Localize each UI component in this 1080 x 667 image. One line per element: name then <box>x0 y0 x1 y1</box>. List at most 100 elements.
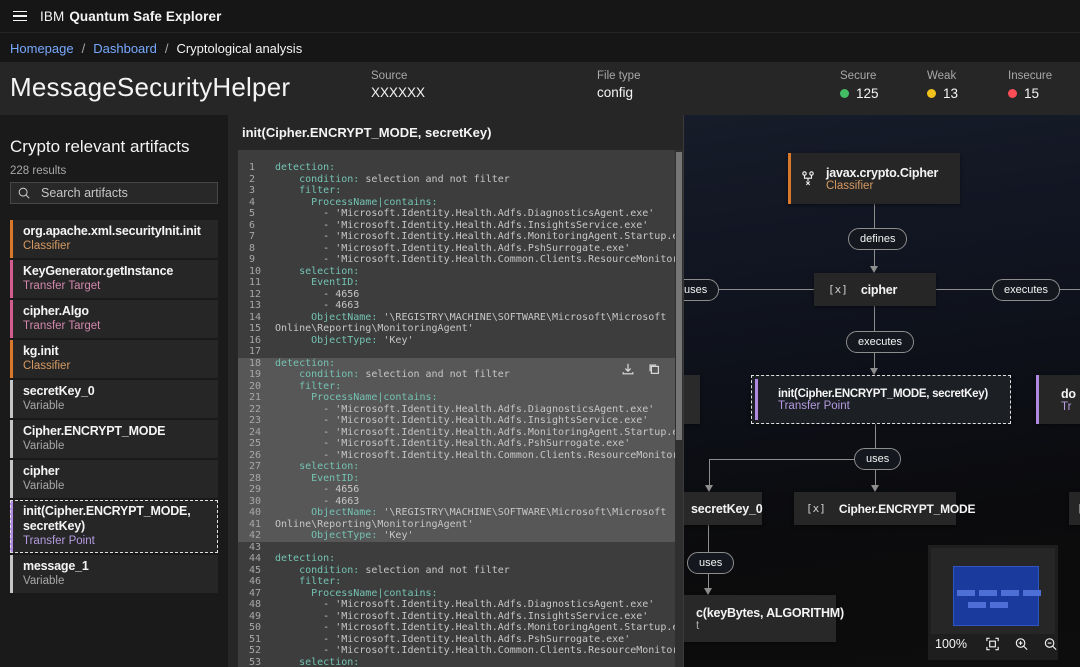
code-line: 45 condition: selection and not filter <box>238 565 675 577</box>
artifact-list-item[interactable]: cipher.AlgoTransfer Target <box>10 300 218 338</box>
graph-node-keybytes-algorithm[interactable]: c(keyBytes, ALGORITHM) t <box>683 595 836 642</box>
code-line: 51 - 'Microsoft.Identity.Health.Adfs.Psh… <box>238 634 675 646</box>
code-line: 7 - 'Microsoft.Identity.Health.Adfs.Moni… <box>238 231 675 243</box>
stat-insecure-label: Insecure <box>1008 70 1052 82</box>
line-number: 29 <box>238 484 266 496</box>
artifact-list-item[interactable]: Cipher.ENCRYPT_MODEVariable <box>10 420 218 458</box>
quantum-safe-explorer-app: IBMQuantum Safe Explorer Homepage / Dash… <box>0 0 1080 667</box>
node-accent-bar <box>788 153 791 204</box>
edge-label-uses-mid: uses <box>854 448 901 470</box>
breadcrumb-homepage[interactable]: Homepage <box>10 41 74 56</box>
code-line: 24 - 'Microsoft.Identity.Health.Adfs.Mon… <box>238 427 675 439</box>
code-line: 8 - 'Microsoft.Identity.Health.Adfs.PshS… <box>238 243 675 255</box>
edge-label-uses-bottom: uses <box>687 552 734 574</box>
graph-node-javax-crypto-cipher[interactable]: javax.crypto.Cipher Classifier <box>788 153 960 204</box>
artifact-title: Cipher.ENCRYPT_MODE <box>23 424 210 439</box>
top-header: IBMQuantum Safe Explorer <box>0 0 1080 33</box>
graph-node-partial-left[interactable] <box>683 375 700 424</box>
artifact-list-item[interactable]: KeyGenerator.getInstanceTransfer Target <box>10 260 218 298</box>
artifact-type: Transfer Point <box>23 534 210 549</box>
zoom-level: 100% <box>935 637 971 651</box>
graph-node-cipher-encrypt-mode[interactable]: [x] Cipher.ENCRYPT_MODE <box>794 492 956 525</box>
line-number: 24 <box>238 427 266 439</box>
edge-label-defines: defines <box>848 228 907 250</box>
minimap-node <box>1023 590 1041 596</box>
download-icon[interactable] <box>621 362 635 376</box>
code-line: 13 - 4663 <box>238 300 675 312</box>
copy-icon[interactable] <box>647 362 661 376</box>
dependency-graph: defines uses executes executes uses uses… <box>683 115 1080 667</box>
graph-node-init-transfer-point[interactable]: init(Cipher.ENCRYPT_MODE, secretKey) Tra… <box>751 375 1011 424</box>
code-line: 5 - 'Microsoft.Identity.Health.Adfs.Diag… <box>238 208 675 220</box>
page-title: MessageSecurityHelper <box>10 72 290 103</box>
code-viewer[interactable]: 1detection:2 condition: selection and no… <box>238 150 675 667</box>
code-line: 26 - 'Microsoft.Identity.Health.Common.C… <box>238 450 675 462</box>
edge-line <box>709 459 710 485</box>
artifact-type: Transfer Target <box>23 319 210 334</box>
zoom-out-icon[interactable] <box>1043 636 1058 652</box>
minimap-area[interactable] <box>931 548 1055 634</box>
code-panel-title: init(Cipher.ENCRYPT_MODE, secretKey) <box>228 115 683 150</box>
zoom-in-icon[interactable] <box>1014 636 1029 652</box>
menu-icon[interactable] <box>0 0 40 33</box>
code-line: 15Online\Reporting\MonitoringAgent' <box>238 323 675 335</box>
line-number: 6 <box>238 220 266 232</box>
artifact-list-item[interactable]: org.apache.xml.securityInit.initClassifi… <box>10 220 218 258</box>
edge-label-executes-mid: executes <box>846 331 914 353</box>
minimap-viewport[interactable] <box>953 566 1039 626</box>
search-box <box>10 182 218 204</box>
node-subtitle: t <box>696 620 844 632</box>
code-line: 19 condition: selection and not filter <box>238 369 675 381</box>
breadcrumb-current: Cryptological analysis <box>176 41 302 56</box>
graph-node-partial-var-right[interactable]: [x] <box>1069 492 1080 525</box>
code-line: 22 - 'Microsoft.Identity.Health.Adfs.Dia… <box>238 404 675 416</box>
line-number: 40 <box>238 507 266 519</box>
meta-filetype-value: config <box>597 85 640 100</box>
results-count: 228 results <box>10 165 228 177</box>
code-line: 21 ProcessName|contains: <box>238 392 675 404</box>
graph-node-partial-right[interactable]: do Tr <box>1036 375 1080 424</box>
line-number: 9 <box>238 254 266 266</box>
node-title: cipher <box>861 283 897 297</box>
artifact-type: Classifier <box>23 359 210 374</box>
zoom-controls: 100% <box>928 634 1058 654</box>
code-scrollbar-thumb[interactable] <box>676 152 682 440</box>
node-accent-bar <box>755 379 758 420</box>
breadcrumb-dashboard[interactable]: Dashboard <box>93 41 157 56</box>
artifact-title: org.apache.xml.securityInit.init <box>23 224 210 239</box>
breadcrumb: Homepage / Dashboard / Cryptological ana… <box>0 34 1080 62</box>
artifact-list-item[interactable]: secretKey_0Variable <box>10 380 218 418</box>
meta-filetype: File type config <box>597 70 640 100</box>
edge-arrow <box>870 266 878 273</box>
graph-node-cipher[interactable]: [x] cipher <box>814 273 936 306</box>
line-number: 26 <box>238 450 266 462</box>
line-number: 48 <box>238 599 266 611</box>
artifact-title: init(Cipher.ENCRYPT_MODE, secretKey) <box>23 504 210 534</box>
search-input[interactable] <box>39 185 211 201</box>
node-subtitle: Tr <box>1061 401 1076 413</box>
artifact-type: Transfer Target <box>23 279 210 294</box>
code-line: 50 - 'Microsoft.Identity.Health.Adfs.Mon… <box>238 622 675 634</box>
code-scrollbar[interactable] <box>675 150 683 667</box>
artifact-list-item[interactable]: cipherVariable <box>10 460 218 498</box>
line-number: 50 <box>238 622 266 634</box>
artifact-list-item[interactable]: kg.initClassifier <box>10 340 218 378</box>
line-number: 47 <box>238 588 266 600</box>
meta-source: Source XXXXXX <box>371 70 425 100</box>
node-title: c(keyBytes, ALGORITHM) <box>696 606 844 620</box>
fit-to-screen-icon[interactable] <box>985 636 1000 652</box>
code-panel: init(Cipher.ENCRYPT_MODE, secretKey) 1de… <box>228 115 683 667</box>
code-line: 28 EventID: <box>238 473 675 485</box>
minimap-node <box>990 602 1008 608</box>
line-number: 27 <box>238 461 266 473</box>
artifact-list-item[interactable]: init(Cipher.ENCRYPT_MODE, secretKey)Tran… <box>10 500 218 553</box>
line-number: 45 <box>238 565 266 577</box>
code-line: 49 - 'Microsoft.Identity.Health.Adfs.Ins… <box>238 611 675 623</box>
graph-node-secretkey0[interactable]: secretKey_0 <box>683 492 762 525</box>
artifact-list-item[interactable]: message_1Variable <box>10 555 218 593</box>
code-line: 16 ObjectType: 'Key' <box>238 335 675 347</box>
line-number: 23 <box>238 415 266 427</box>
node-accent-bar <box>1036 375 1039 424</box>
edge-label-uses-left: uses <box>683 279 719 301</box>
code-line: 29 - 4656 <box>238 484 675 496</box>
